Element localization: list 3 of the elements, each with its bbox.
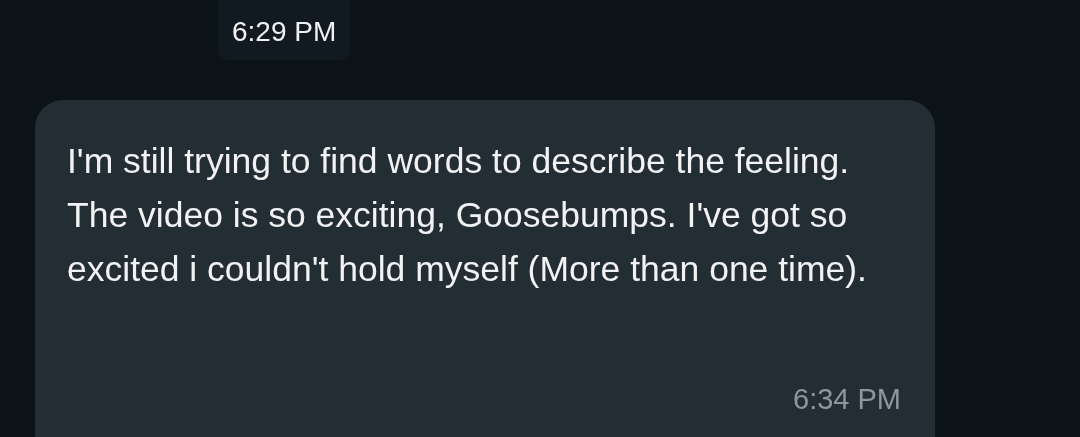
- message-time: 6:34 PM: [793, 383, 901, 416]
- message-time: 6:29 PM: [218, 0, 351, 60]
- message-text: I'm still trying to find words to describe the feeling. The video is so exciting, Goosebumps. I've got so excited i couldn't hold myself (More than one time).: [67, 140, 868, 291]
